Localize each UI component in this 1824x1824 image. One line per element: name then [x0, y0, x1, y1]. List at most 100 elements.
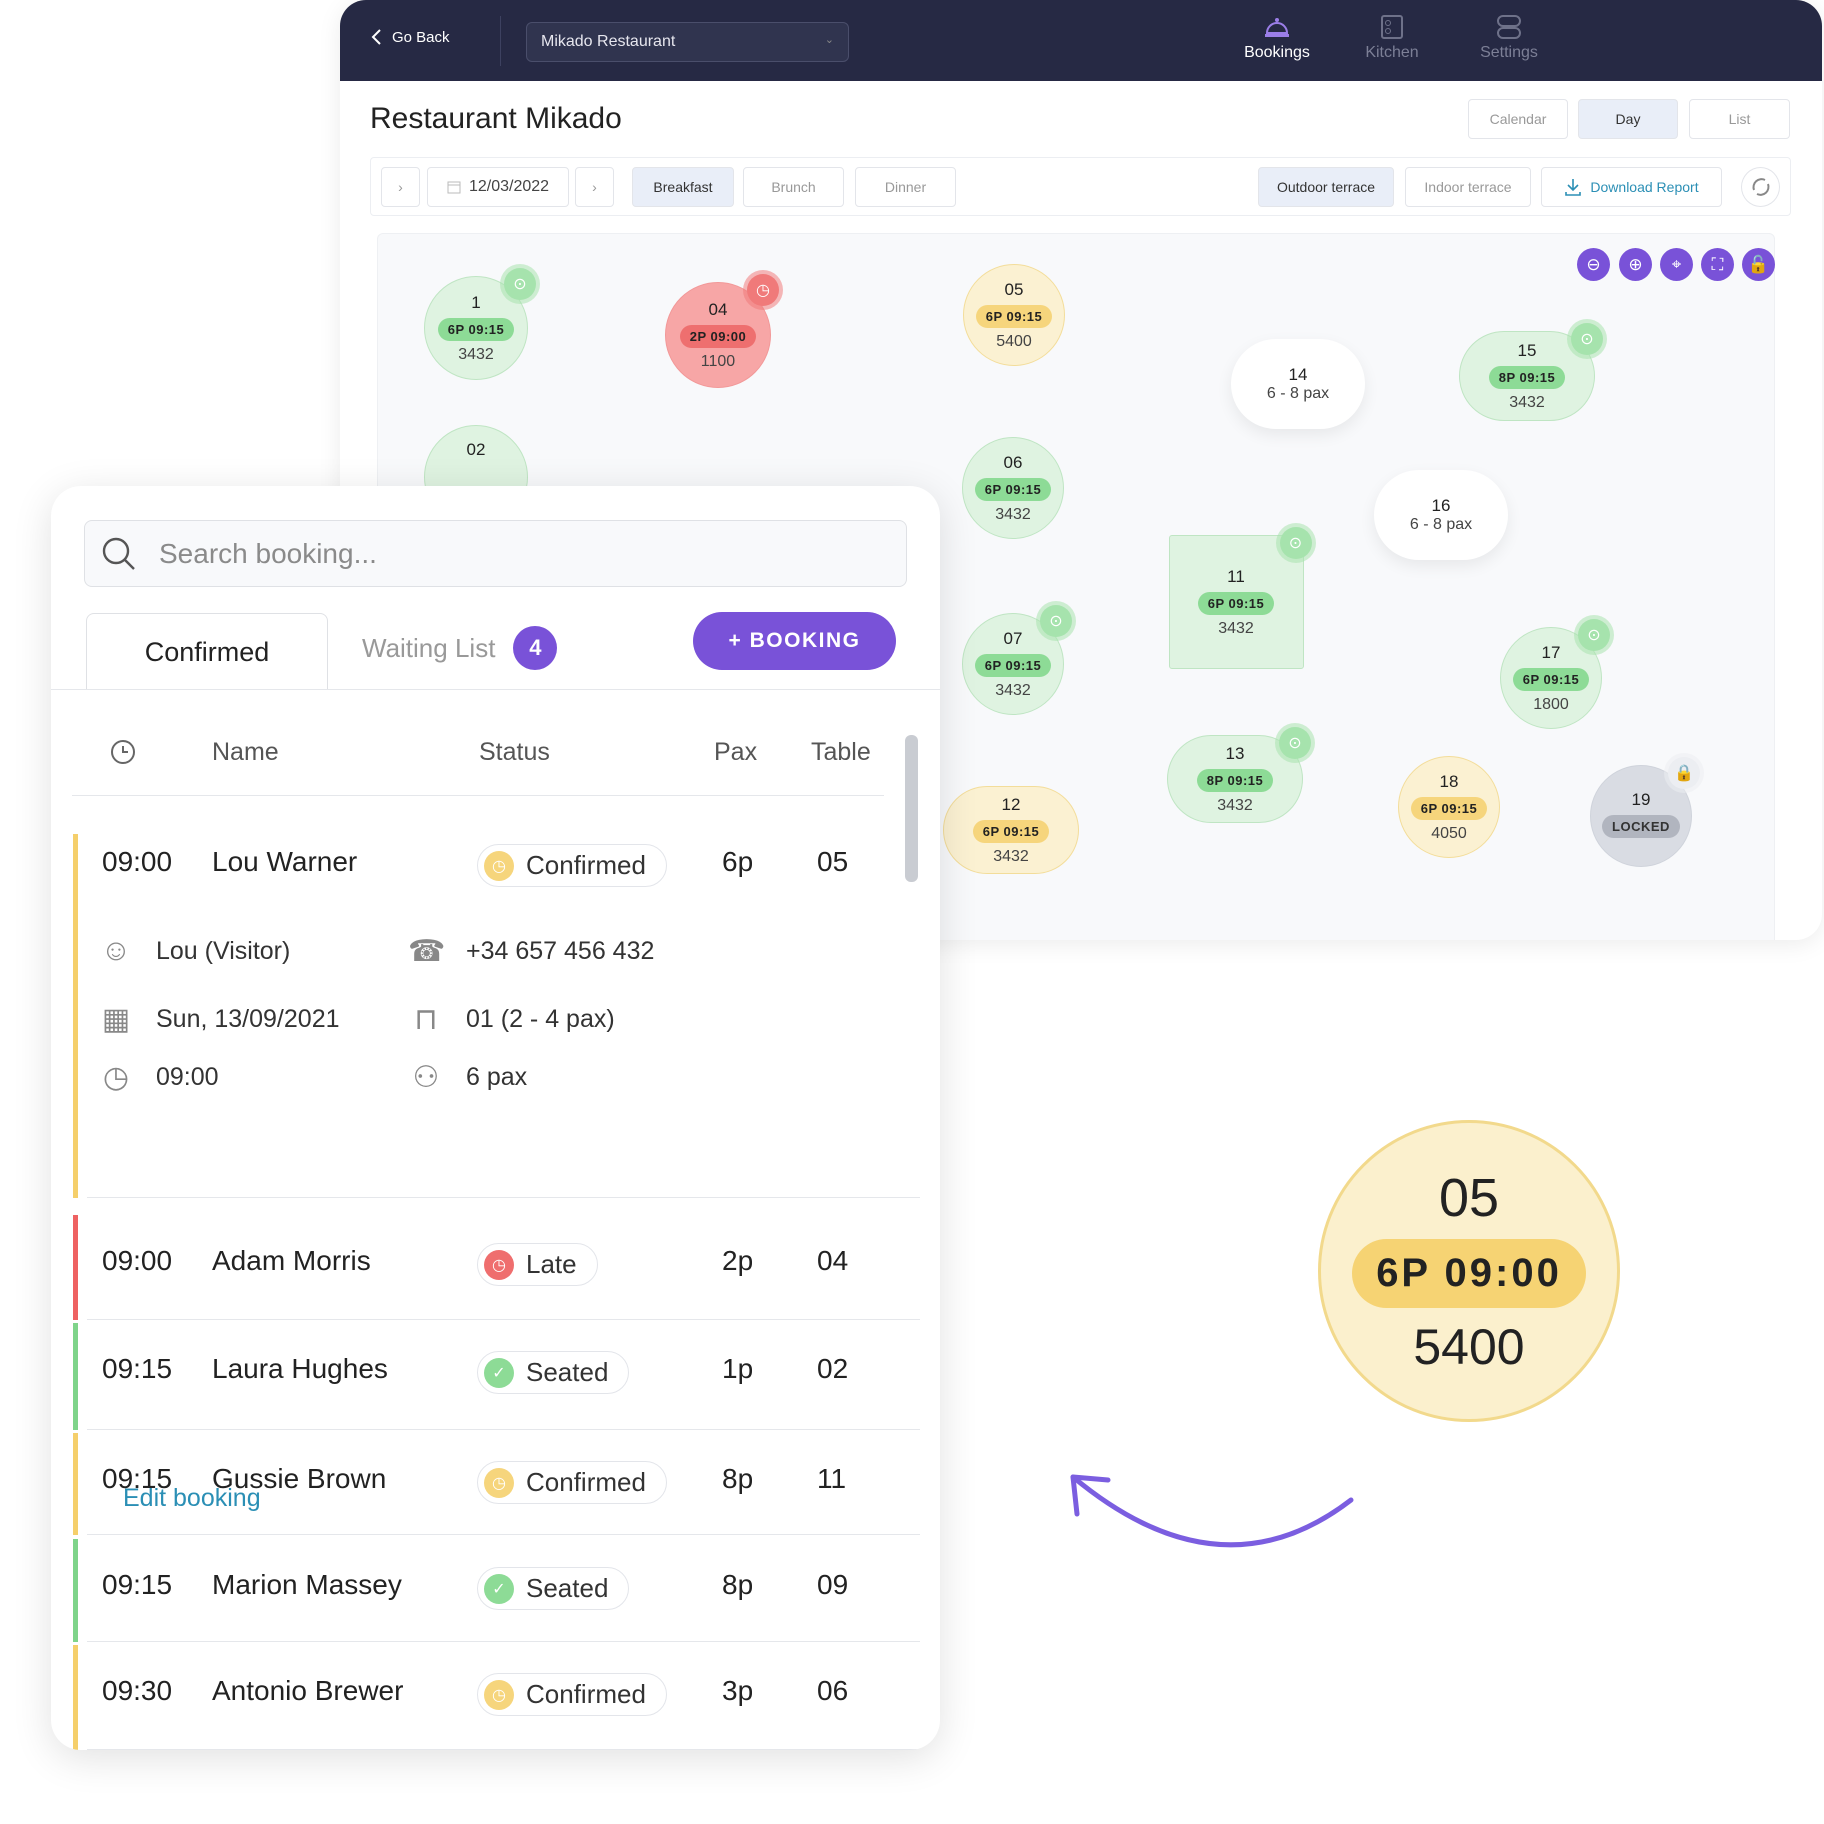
table-number: 05: [1438, 1167, 1500, 1228]
table-12[interactable]: 12 6P 09:15 3432: [943, 786, 1079, 874]
booking-time: 09:15: [102, 1463, 173, 1494]
status-label: Late: [526, 1249, 577, 1279]
download-icon: [1565, 179, 1582, 196]
table-number: 11: [1227, 566, 1245, 586]
booking-name: Gussie Brown: [212, 1463, 387, 1494]
table-number: 19: [1631, 789, 1651, 809]
unlock-button[interactable]: 🔓: [1742, 248, 1775, 281]
row-divider: [87, 1197, 920, 1198]
date-value: 12/03/2022: [468, 178, 550, 195]
add-booking-button[interactable]: + BOOKING: [693, 612, 896, 670]
seated-icon: ✓: [484, 1573, 514, 1604]
waiter-icon: ⊙: [1049, 613, 1063, 630]
row-divider: [87, 1749, 920, 1750]
download-report-button[interactable]: Download Report: [1541, 167, 1722, 207]
service-dinner[interactable]: Dinner: [855, 167, 956, 207]
zoom-in-icon: ⊕: [1628, 254, 1643, 274]
view-calendar-button[interactable]: Calendar: [1468, 99, 1568, 139]
booking-date: ▦ Sun, 13/09/2021: [98, 1002, 340, 1037]
waiter-badge: ⊙: [504, 268, 536, 300]
booking-row[interactable]: 09:00 Adam Morris ◷ Late 2p 04: [64, 1215, 934, 1320]
waiter-icon: ⊙: [513, 276, 527, 293]
table-16[interactable]: 16 6 - 8 pax: [1374, 470, 1508, 560]
booking-row[interactable]: 09:30 Antonio Brewer ◷ Confirmed 3p 06: [64, 1645, 934, 1750]
service-brunch[interactable]: Brunch: [743, 167, 844, 207]
table-code: 3432: [1509, 393, 1545, 411]
chevron-right-icon: ›: [592, 179, 597, 195]
booking-table-detail: ⊓ 01 (2 - 4 pax): [408, 1002, 614, 1037]
table-code: 5400: [996, 332, 1032, 350]
table-capacity: 6 - 8 pax: [1266, 385, 1330, 402]
view-list-button[interactable]: List: [1689, 99, 1790, 139]
table-18[interactable]: 18 6P 09:15 4050: [1398, 756, 1500, 858]
tab-bookings[interactable]: Bookings: [1222, 14, 1332, 62]
table-number: 05: [1004, 279, 1024, 299]
table-number: 16: [1431, 496, 1451, 515]
booking-row[interactable]: 09:00 Lou Warner ◷ Confirmed 6p 05 ☺ Lou (Visit…: [64, 834, 934, 1512]
crosshair-button[interactable]: ⌖: [1660, 248, 1693, 281]
tab-waiting-label: Waiting List: [362, 632, 496, 663]
table-capacity: 6 - 8 pax: [1409, 516, 1473, 533]
confirmed-icon: ◷: [484, 1467, 514, 1498]
table-code: 3432: [995, 681, 1031, 699]
tab-confirmed[interactable]: Confirmed: [86, 613, 328, 690]
booking-row[interactable]: 09:15 Marion Massey ✓ Seated 8p 09: [64, 1539, 934, 1642]
booking-pax: 2p: [722, 1245, 754, 1276]
status-pill: ✓ Seated: [477, 1351, 630, 1394]
tab-waiting-list[interactable]: Waiting List 4: [362, 626, 558, 670]
next-date-button[interactable]: ›: [575, 167, 614, 207]
status-pill: ✓ Seated: [477, 1567, 630, 1610]
table-number: 07: [1003, 628, 1023, 648]
booking-name: Marion Massey: [212, 1569, 402, 1600]
phone-icon: ☎: [408, 935, 446, 968]
header-name: Name: [212, 738, 279, 766]
confirmed-icon: ◷: [484, 1679, 514, 1710]
booking-table: 05: [817, 846, 849, 877]
page-title: Restaurant Mikado: [370, 102, 622, 135]
fullscreen-button[interactable]: ⛶: [1701, 248, 1734, 281]
zoom-in-button[interactable]: ⊕: [1619, 248, 1652, 281]
status-label: Confirmed: [526, 1679, 646, 1709]
service-breakfast[interactable]: Breakfast: [632, 167, 734, 207]
table-number: 12: [1001, 794, 1021, 814]
area-outdoor-terrace[interactable]: Outdoor terrace: [1258, 167, 1394, 207]
table-11[interactable]: 11 6P 09:15 3432: [1168, 535, 1304, 669]
restaurant-select[interactable]: Mikado Restaurant ⌄: [526, 22, 849, 62]
clock-badge: ◷: [747, 274, 779, 306]
refresh-button[interactable]: [1741, 167, 1780, 207]
booking-time-detail: ◷ 09:00: [98, 1060, 219, 1095]
prev-date-button[interactable]: ›: [381, 167, 420, 207]
booking-pax: 1p: [722, 1353, 754, 1384]
view-day-button[interactable]: Day: [1578, 99, 1678, 139]
area-indoor-terrace[interactable]: Indoor terrace: [1405, 167, 1531, 207]
people-icon: ⚇: [412, 1061, 440, 1094]
search-box[interactable]: [84, 520, 907, 587]
booking-pax: 6p: [722, 846, 754, 877]
date-picker[interactable]: 12/03/2022: [427, 167, 569, 207]
table-06[interactable]: 06 6P 09:15 3432: [962, 437, 1064, 539]
table-05[interactable]: 05 6P 09:15 5400: [963, 264, 1065, 366]
booking-name: Adam Morris: [212, 1245, 371, 1276]
booking-row[interactable]: 09:15 Laura Hughes ✓ Seated 1p 02: [64, 1323, 934, 1430]
download-label: Download Report: [1590, 179, 1699, 195]
status-pill: ◷ Confirmed: [477, 1673, 667, 1716]
table-code: 3432: [993, 847, 1029, 865]
go-back-button[interactable]: Go Back: [370, 28, 450, 46]
search-input[interactable]: [159, 537, 859, 570]
zoom-out-button[interactable]: ⊖: [1577, 248, 1610, 281]
table-number: 02: [466, 440, 486, 459]
waiting-count-badge: 4: [513, 626, 558, 670]
table-booking-pill: 8P 09:15: [1196, 768, 1274, 792]
table-code: 1800: [1533, 695, 1569, 713]
booking-row[interactable]: 09:15 Gussie Brown ◷ Confirmed 8p 11: [64, 1433, 934, 1535]
table-booking-pill: 6P 09:15: [974, 653, 1052, 677]
toggles-icon: [1497, 15, 1521, 39]
tab-settings[interactable]: Settings: [1454, 14, 1564, 62]
table-booking-pill: 6P 09:00: [1352, 1238, 1586, 1308]
table-14[interactable]: 14 6 - 8 pax: [1231, 339, 1365, 429]
booking-time: 09:00: [102, 1245, 173, 1276]
fullscreen-icon: ⛶: [1711, 254, 1724, 274]
status-stripe: [73, 1215, 78, 1320]
tab-kitchen[interactable]: Kitchen: [1337, 14, 1447, 62]
waiter-badge: ⊙: [1571, 323, 1603, 355]
